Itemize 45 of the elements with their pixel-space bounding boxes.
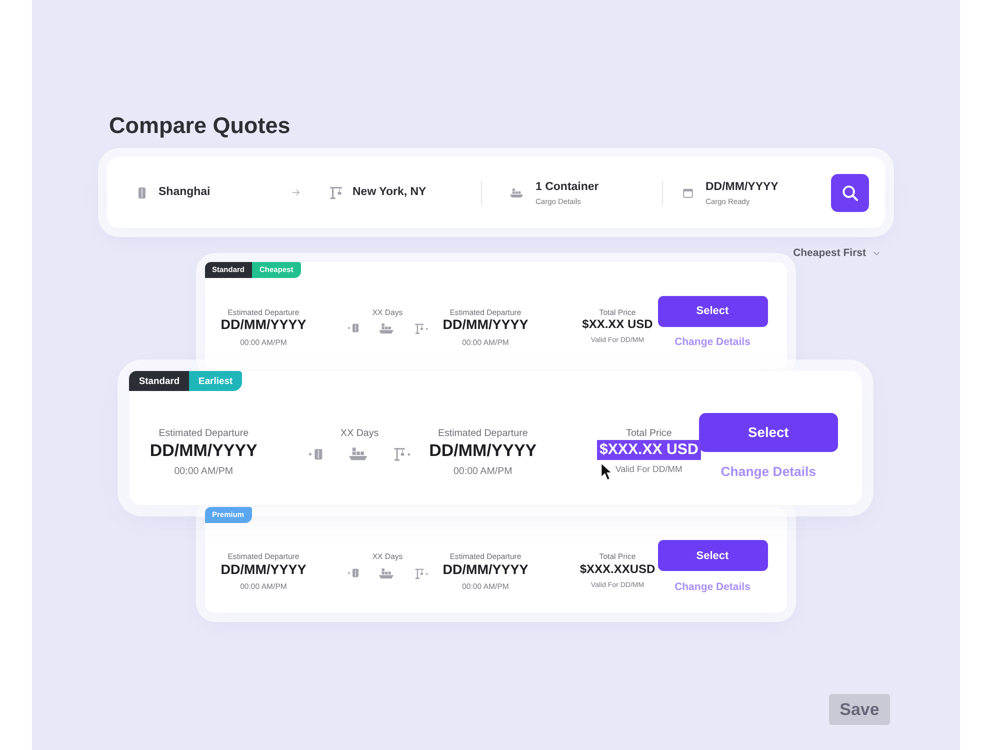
quote-tag: Earliest — [189, 370, 242, 391]
price-validity: Valid For DD/MM — [616, 464, 682, 476]
arrival-label: Estimated Departure — [438, 428, 528, 440]
mouse-cursor-icon — [600, 462, 612, 482]
ship-icon — [379, 322, 394, 334]
ship-icon — [349, 447, 368, 462]
departure-date: DD/MM/YYYY — [220, 317, 306, 334]
arrival-date: DD/MM/YYYY — [442, 562, 528, 579]
container-icon — [138, 186, 146, 198]
departure-date: DD/MM/YYYY — [150, 440, 258, 462]
price-amount: $XXX.XXUSD — [578, 562, 656, 578]
crane-icon — [414, 322, 428, 334]
arrow-icon — [292, 189, 300, 196]
origin-city[interactable]: Shanghai — [158, 186, 210, 199]
container-icon — [348, 323, 358, 334]
ship-icon — [379, 568, 394, 579]
container-icon — [348, 568, 358, 578]
select-button[interactable]: Select — [658, 296, 768, 327]
ship-icon — [510, 188, 522, 198]
calendar-icon — [682, 188, 692, 198]
select-button[interactable]: Select — [658, 540, 768, 572]
select-button[interactable]: Select — [699, 412, 838, 452]
search-icon — [842, 184, 858, 200]
crane-icon — [330, 186, 344, 199]
quote-tag: Standard — [129, 370, 190, 391]
departure-time: 00:00 AM/PM — [174, 466, 234, 479]
arrival-date: DD/MM/YYYY — [442, 317, 528, 334]
container-icon — [309, 448, 324, 460]
price-amount: $XXX.XX USD — [597, 440, 701, 460]
sort-dropdown[interactable]: Cheapest First — [793, 246, 880, 260]
chevron-down-icon — [873, 250, 880, 256]
price-label: Total Price — [626, 428, 672, 440]
crane-icon — [394, 447, 410, 462]
transit-days: XX Days — [340, 428, 379, 440]
arrival-date: DD/MM/YYYY — [429, 440, 537, 462]
price-amount: $XX.XX USD — [581, 317, 654, 334]
cargo-ready-date[interactable]: DD/MM/YYYY — [706, 181, 778, 194]
crane-icon — [414, 568, 428, 579]
departure-date: DD/MM/YYYY — [220, 562, 306, 579]
search-button[interactable] — [830, 174, 868, 212]
arrival-time: 00:00 AM/PM — [453, 466, 512, 479]
cargo-summary[interactable]: 1 Container — [536, 181, 599, 194]
page-title: Compare Quotes — [109, 112, 290, 140]
destination-city[interactable]: New York, NY — [352, 186, 426, 199]
departure-label: Estimated Departure — [158, 428, 249, 440]
